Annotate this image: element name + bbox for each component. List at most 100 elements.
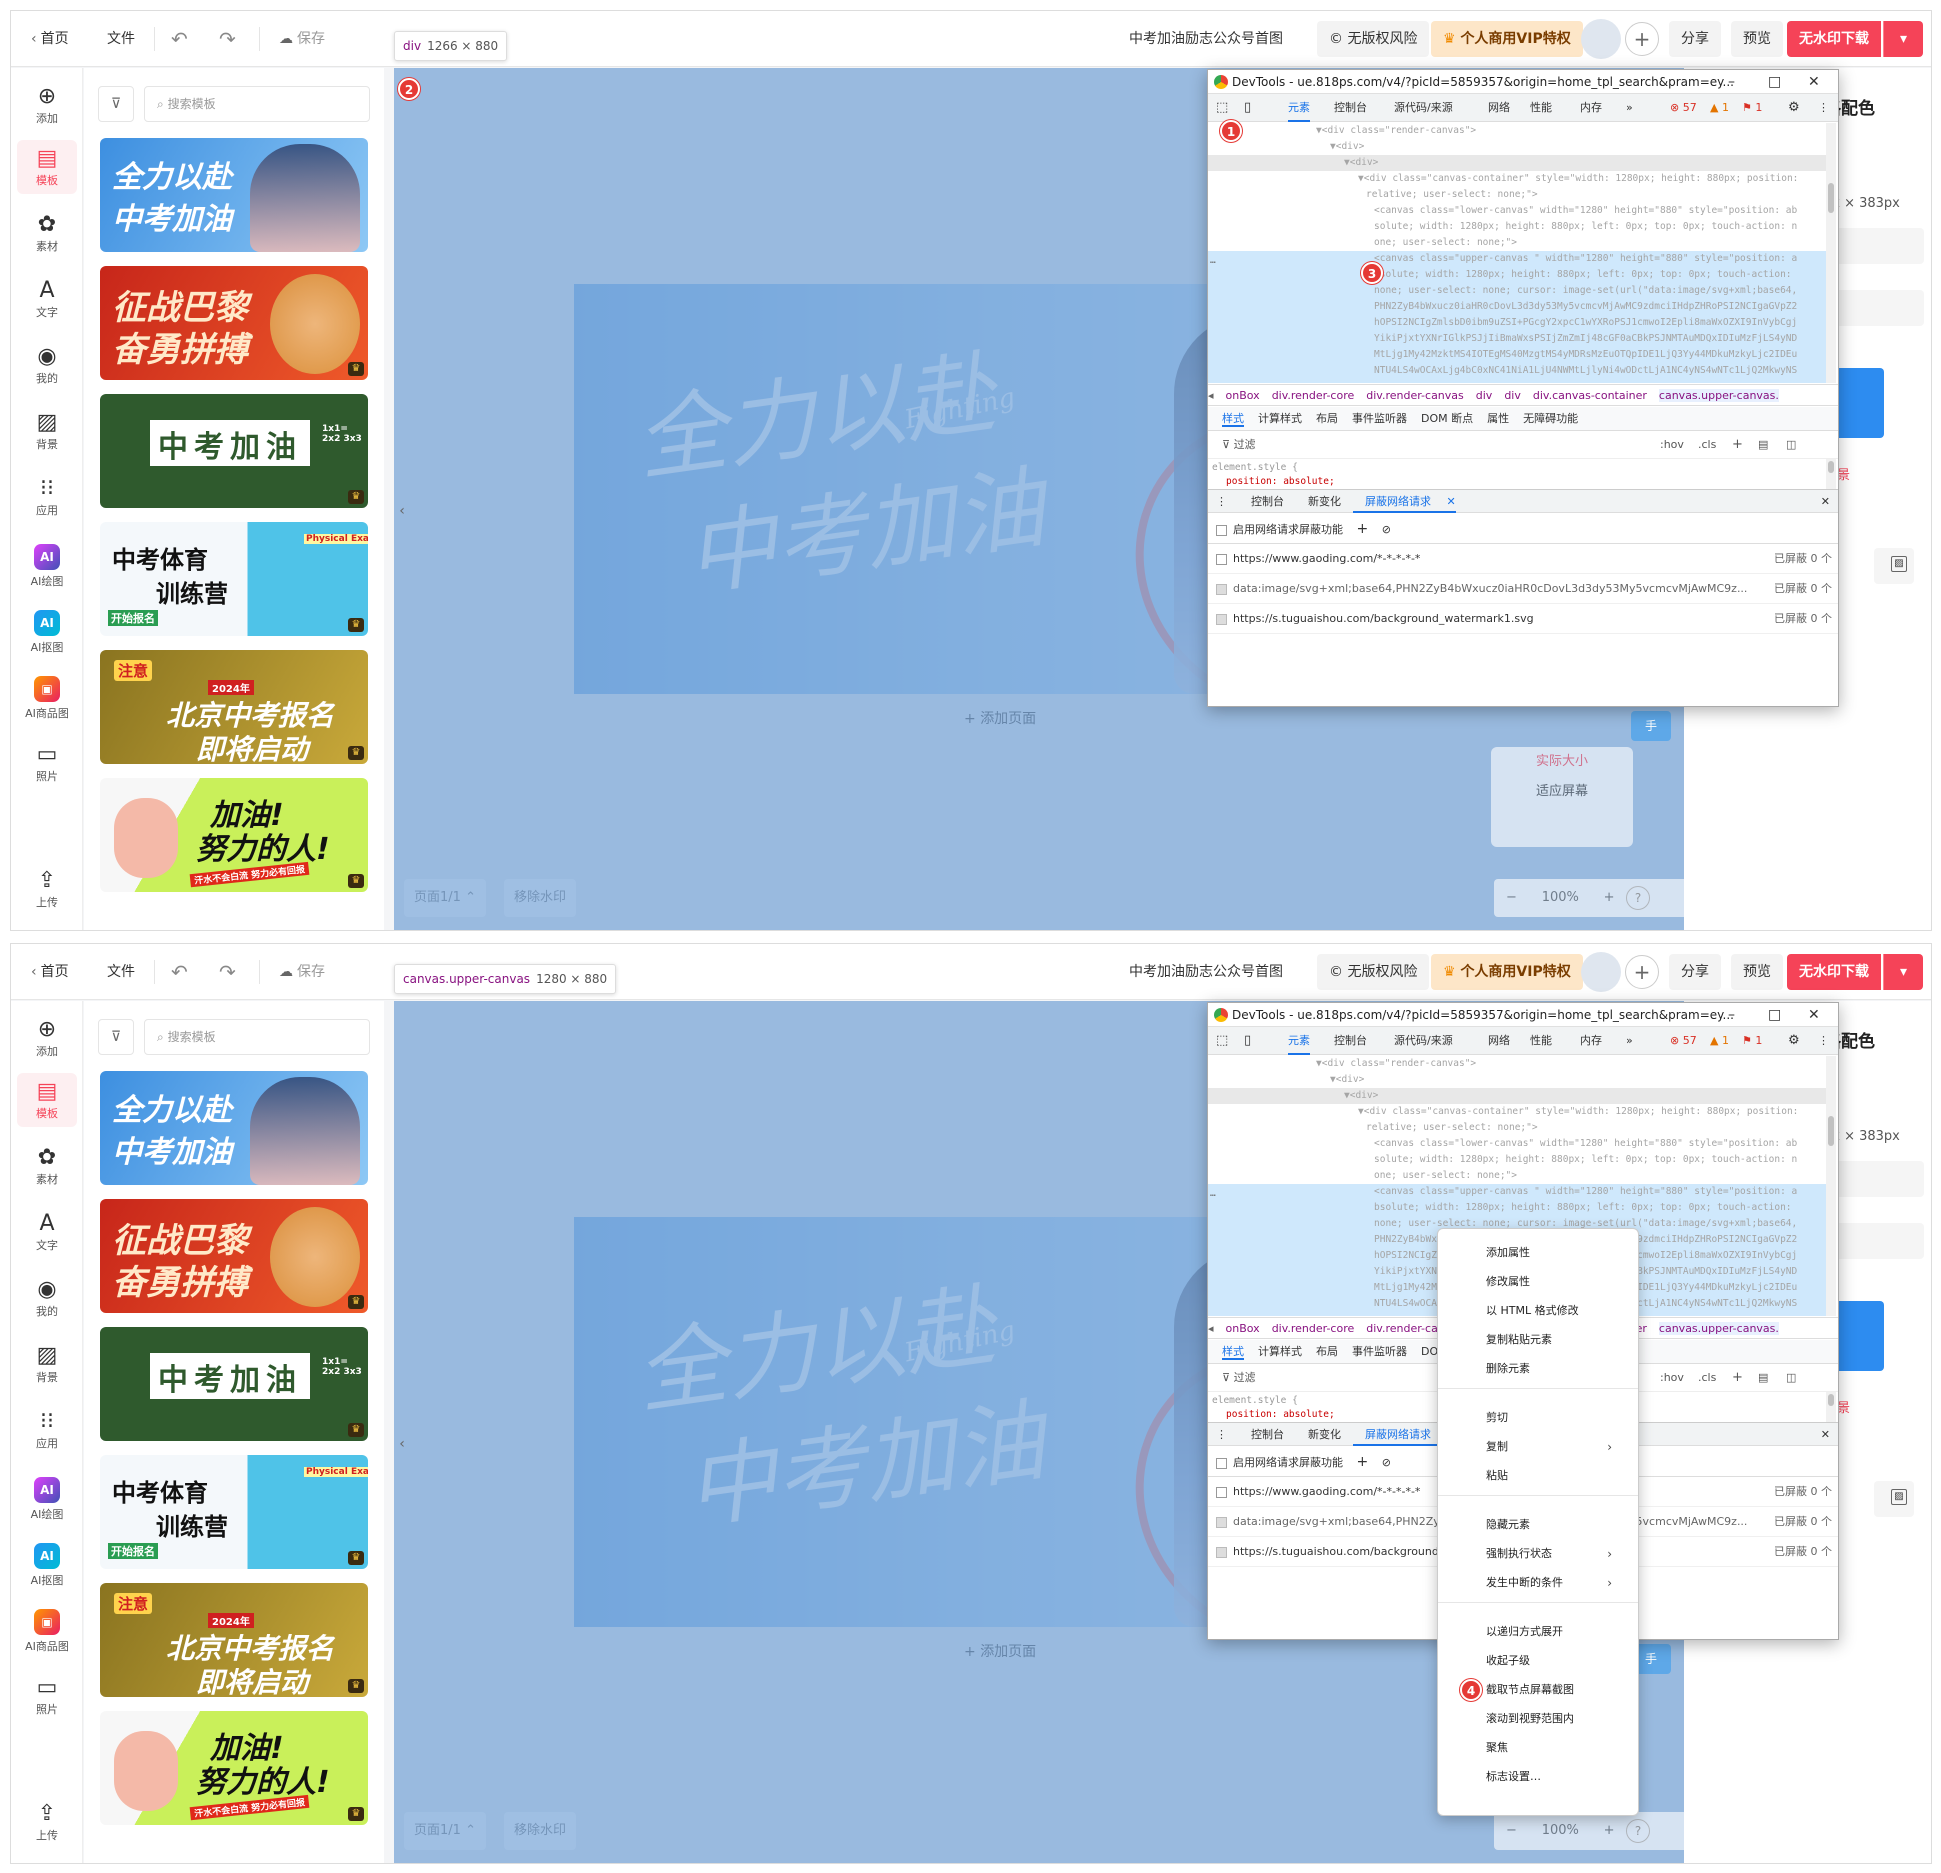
dom-line[interactable]: ▼<div class="canvas-container" style="wi…: [1358, 171, 1798, 187]
drawer-tab[interactable]: 控制台: [1239, 495, 1284, 508]
rail-item-ai-product[interactable]: ▣ AI商品图: [11, 670, 83, 727]
dom-line[interactable]: ▼<div class="render-canvas">: [1316, 1056, 1476, 1072]
filter-icon[interactable]: ⊽: [98, 86, 134, 122]
more-options-icon[interactable]: ⋮: [1818, 94, 1829, 122]
context-menu-item[interactable]: 剪切: [1486, 1406, 1508, 1430]
more-options-icon[interactable]: ⋮: [1818, 1027, 1829, 1055]
no-copyright-button[interactable]: © 无版权风险: [1317, 21, 1430, 57]
enable-blocking-checkbox[interactable]: [1216, 1457, 1227, 1469]
rail-item-plus[interactable]: ⊕ 添加: [11, 1011, 83, 1065]
dom-line[interactable]: relative; user-select: none;">: [1366, 1120, 1538, 1136]
scrollbar[interactable]: [1826, 1056, 1836, 1316]
dom-line[interactable]: hOPSI2NCIgZmlsbD0ibm9uZSI+PGcgY2xpcC1wYX…: [1374, 315, 1797, 331]
template-card[interactable]: 中考加油 1x1= 2x2 3x3 ♛: [100, 1327, 368, 1441]
close-drawer-icon[interactable]: ✕: [1821, 490, 1830, 514]
rail-item-plus[interactable]: ⊕ 添加: [11, 78, 83, 132]
context-menu-item[interactable]: 强制执行状态: [1486, 1542, 1552, 1566]
ellipsis-icon[interactable]: …: [1210, 253, 1216, 269]
dom-line[interactable]: ▼<div>: [1344, 155, 1378, 171]
scrollbar[interactable]: [1826, 1392, 1836, 1422]
rule-checkbox[interactable]: [1216, 1486, 1227, 1498]
style-declaration[interactable]: position: absolute;: [1226, 476, 1335, 487]
size-field[interactable]: [1824, 228, 1924, 264]
styles-tab[interactable]: 事件监听器: [1352, 1345, 1407, 1358]
breadcrumb-item[interactable]: div: [1504, 389, 1521, 402]
breadcrumb-item[interactable]: onBox: [1226, 389, 1260, 402]
drawer-tab[interactable]: 屏蔽网络请求 ✕: [1353, 495, 1456, 513]
device-toggle-icon[interactable]: ▯: [1244, 94, 1251, 122]
dom-line[interactable]: <canvas class="upper-canvas " width="128…: [1374, 1184, 1797, 1200]
context-menu-item[interactable]: 添加属性: [1486, 1241, 1530, 1265]
filter-icon[interactable]: ⊽: [98, 1019, 134, 1055]
template-card[interactable]: 中考加油 1x1= 2x2 3x3 ♛: [100, 394, 368, 508]
share-button[interactable]: 分享: [1669, 954, 1721, 990]
styles-tab[interactable]: 布局: [1316, 1345, 1338, 1358]
redo-icon[interactable]: ↷: [219, 944, 236, 1000]
rail-item-template[interactable]: ▤ 模板: [17, 1073, 77, 1127]
dom-line[interactable]: bsolute; width: 1280px; height: 880px; l…: [1374, 1200, 1792, 1216]
breadcrumb-item[interactable]: div.render-canvas: [1366, 389, 1464, 402]
issue-count[interactable]: ⚑ 1: [1742, 94, 1762, 122]
breadcrumb-item[interactable]: div.render-core: [1272, 389, 1355, 402]
ellipsis-icon[interactable]: …: [1210, 1186, 1216, 1202]
pattern-icon[interactable]: ▨: [1891, 1489, 1907, 1505]
sidebar-toggle-icon[interactable]: ◫: [1786, 1364, 1796, 1392]
new-rule-icon[interactable]: +: [1732, 1364, 1743, 1392]
template-card[interactable]: 注意 2024年 北京中考报名 即将启动 ♛: [100, 1583, 368, 1697]
undo-icon[interactable]: ↶: [171, 944, 188, 1000]
blocked-url-row[interactable]: data:image/svg+xml;base64,PHN2ZyB4bWxucz…: [1208, 574, 1838, 604]
context-menu-item[interactable]: 以递归方式展开: [1486, 1620, 1563, 1644]
context-menu-item[interactable]: 标志设置…: [1486, 1765, 1541, 1789]
rail-item-apps[interactable]: ⁝⁝ 应用: [11, 1403, 83, 1457]
rail-item-template[interactable]: ▤ 模板: [17, 140, 77, 194]
error-count[interactable]: ⊗ 57: [1670, 94, 1697, 122]
error-count[interactable]: ⊗ 57: [1670, 1027, 1697, 1055]
devtools-tab[interactable]: 网络: [1488, 94, 1510, 122]
inspect-icon[interactable]: ⬚: [1216, 94, 1228, 122]
preview-button[interactable]: 预览: [1731, 21, 1783, 57]
styles-tab[interactable]: 样式: [1222, 1345, 1244, 1360]
help-icon[interactable]: ?: [1626, 1819, 1650, 1843]
search-input[interactable]: ⌕ 搜索模板: [144, 86, 370, 122]
issue-count[interactable]: ⚑ 1: [1742, 1027, 1762, 1055]
maximize-icon[interactable]: □: [1768, 70, 1781, 94]
sidebar-toggle-icon[interactable]: ◫: [1786, 431, 1796, 459]
rail-item-apps[interactable]: ⁝⁝ 应用: [11, 470, 83, 524]
close-drawer-icon[interactable]: ✕: [1821, 1423, 1830, 1447]
warning-count[interactable]: ▲ 1: [1710, 94, 1729, 122]
zoom-out-icon[interactable]: −: [1506, 890, 1517, 905]
rail-item-ai-cutout[interactable]: AI AI抠图: [11, 1537, 83, 1594]
add-pattern-icon[interactable]: +: [1357, 1454, 1369, 1470]
context-menu-item[interactable]: 截取节点屏幕截图: [1486, 1678, 1574, 1702]
context-menu-item[interactable]: 聚焦: [1486, 1736, 1508, 1760]
rail-item-user[interactable]: ◉ 我的: [11, 1271, 83, 1325]
rail-item-background[interactable]: ▨ 背景: [11, 1337, 83, 1391]
styles-tab[interactable]: 布局: [1316, 412, 1338, 425]
document-title[interactable]: 中考加油励志公众号首图: [1129, 944, 1283, 1000]
undo-icon[interactable]: ↶: [171, 11, 188, 67]
file-menu[interactable]: 文件: [107, 944, 135, 1000]
preview-button[interactable]: 预览: [1731, 954, 1783, 990]
devtools-tab[interactable]: 源代码/来源: [1394, 94, 1453, 122]
styles-tab[interactable]: 无障碍功能: [1523, 412, 1578, 425]
file-menu[interactable]: 文件: [107, 11, 135, 67]
collapse-panel-icon[interactable]: ‹: [394, 1424, 410, 1464]
computed-styles-icon[interactable]: ▤: [1758, 431, 1768, 459]
template-card[interactable]: 加油! 努力的人! 汗水不会白流 努力必有回报 ♛: [100, 1711, 368, 1825]
context-menu-item[interactable]: 复制: [1486, 1435, 1508, 1459]
dom-line[interactable]: <canvas class="lower-canvas" width="1280…: [1374, 1136, 1797, 1152]
devtools-tab[interactable]: 内存: [1580, 1027, 1602, 1055]
drawer-tab[interactable]: 新变化: [1296, 495, 1341, 508]
save-button[interactable]: ☁ 保存: [279, 11, 325, 67]
rule-checkbox[interactable]: [1216, 553, 1227, 565]
share-button[interactable]: 分享: [1669, 21, 1721, 57]
dom-line[interactable]: ▼<div class="render-canvas">: [1316, 123, 1476, 139]
rail-item-material[interactable]: ✿ 素材: [11, 206, 83, 260]
context-menu-item[interactable]: 以 HTML 格式修改: [1486, 1299, 1579, 1323]
no-copyright-button[interactable]: © 无版权风险: [1317, 954, 1430, 990]
enable-blocking-checkbox[interactable]: [1216, 524, 1227, 536]
dom-line[interactable]: none; user-select: none; cursor: image-s…: [1374, 283, 1797, 299]
dom-line[interactable]: <canvas class="lower-canvas" width="1280…: [1374, 203, 1797, 219]
vip-button[interactable]: ♛ 个人商用VIP特权: [1431, 21, 1583, 57]
add-collaborator-icon[interactable]: +: [1625, 22, 1659, 56]
